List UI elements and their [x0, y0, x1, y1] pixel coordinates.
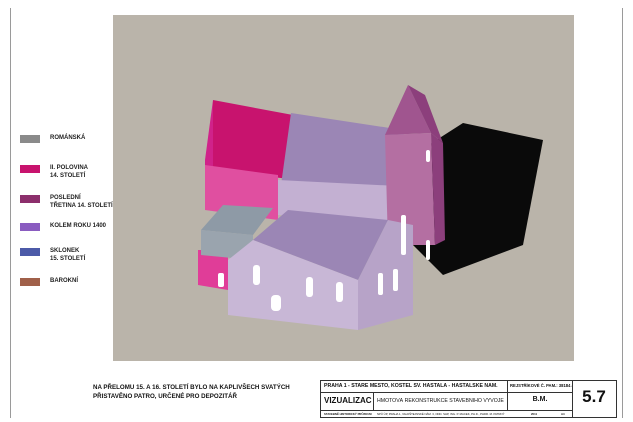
legend-swatch — [20, 195, 40, 203]
window — [401, 215, 406, 255]
legend-item-around-1400: KOLEM ROKU 1400 — [20, 222, 106, 231]
legend-swatch — [20, 278, 40, 286]
massing-visualization — [113, 15, 574, 361]
window — [218, 273, 224, 287]
legend-swatch — [20, 135, 40, 143]
window — [336, 282, 343, 302]
window — [426, 150, 430, 162]
window — [306, 277, 313, 297]
legend-swatch — [20, 248, 40, 256]
legend-label: SKLONEK 15. STOLETÍ — [50, 248, 86, 262]
church-massing-model — [198, 85, 543, 330]
title-block-divider — [373, 392, 374, 410]
window — [426, 240, 430, 260]
office-line: NPÚ ÚP, PRAHA 1, VALDŠTEJNSKÉ NÁM. 3, OD… — [377, 412, 505, 416]
title-block-divider — [507, 381, 508, 410]
legend-label: BAROKNÍ — [50, 278, 78, 284]
title-block-divider — [321, 392, 572, 393]
sheet-number: 5.7 — [582, 387, 606, 406]
page-frame-left — [10, 8, 11, 418]
legend-swatch — [20, 165, 40, 173]
title-block-divider — [321, 410, 572, 411]
legend-swatch — [20, 223, 40, 231]
title-block: PRAHA 1 - STARÉ MĚSTO, KOSTEL SV. HAŠTAL… — [320, 380, 617, 418]
legend-label: KOLEM ROKU 1400 — [50, 223, 107, 229]
historical-note: NA PŘELOMU 15. A 16. STOLETÍ BYLO NA KAP… — [93, 384, 290, 400]
drawing-type: VIZUALIZACE — [324, 396, 372, 405]
legend-item-romanesque: ROMÁNSKÁ — [20, 134, 85, 143]
page-frame-right — [622, 8, 623, 418]
window — [378, 273, 383, 295]
author-initials: B.M. — [532, 396, 548, 403]
legend-item-14th-last-third: POSLEDNÍ TŘETINA 14. STOLETÍ — [20, 194, 113, 210]
legend-label: POSLEDNÍ TŘETINA 14. STOLETÍ — [50, 195, 113, 209]
portal — [271, 295, 281, 311]
project-label: PRAHA 1 - STARÉ MĚSTO, KOSTEL SV. HAŠTAL… — [324, 383, 498, 389]
legend-label: II. POLOVINA 14. STOLETÍ — [50, 165, 89, 179]
legend-item-14th-second-half: II. POLOVINA 14. STOLETÍ — [20, 164, 88, 180]
paper-format: A4 — [561, 412, 565, 416]
window — [393, 269, 398, 291]
registry-number: REJSTŘÍKOVÉ Č. PAM.: 38184 / 1-21 — [510, 383, 572, 388]
year: 2011 — [531, 412, 538, 416]
legend-label: ROMÁNSKÁ — [50, 135, 86, 141]
drawing-title: HMOTOVÁ REKONSTRUKCE STAVEBNÍHO VÝVOJE — [377, 398, 504, 404]
survey-label: STAVEBNĚ HISTORICKÝ PRŮZKUM — [324, 412, 372, 416]
legend-item-late-15th: SKLONEK 15. STOLETÍ — [20, 247, 85, 263]
window — [253, 265, 260, 285]
legend-item-baroque: BAROKNÍ — [20, 277, 78, 286]
